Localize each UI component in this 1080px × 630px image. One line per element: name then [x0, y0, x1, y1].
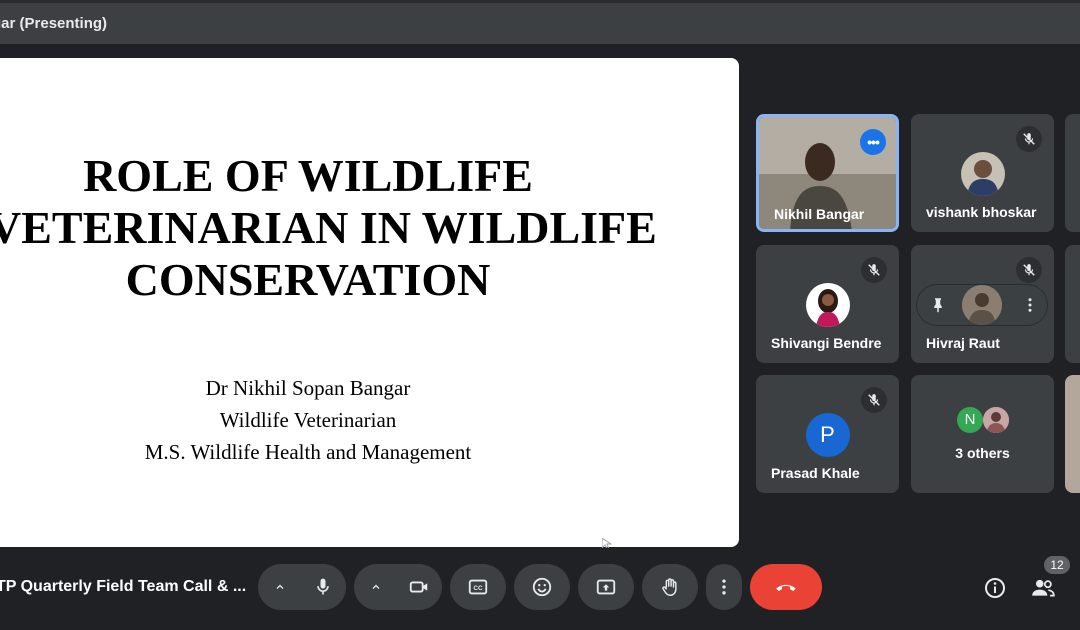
hang-up-icon [776, 584, 796, 592]
avatar [962, 285, 1002, 325]
more-options-button[interactable] [706, 564, 742, 610]
microphone-control[interactable] [258, 564, 346, 610]
participant-name: Hivraj Raut [926, 335, 1000, 351]
participant-tile-shivangi[interactable]: Shivangi Bendre [756, 245, 899, 363]
closed-captions-icon: CC [468, 579, 488, 595]
slide-subtitle: Dr Nikhil Sopan Bangar Wildlife Veterina… [0, 372, 628, 468]
slide-title: ROLE OF WILDLIFE VETERINARIAN IN WILDLIF… [0, 150, 657, 306]
bottom-control-bar: TP Quarterly Field Team Call & ... CC 12 [0, 548, 1080, 630]
presentation-slide: ROLE OF WILDLIFE VETERINARIAN IN WILDLIF… [0, 58, 739, 547]
participant-tile-partial[interactable] [1065, 245, 1080, 363]
avatar-initial: P [805, 413, 850, 457]
participant-name: Prasad Khale [771, 465, 860, 481]
avatar-initial: N [957, 407, 983, 433]
participant-count-badge: 12 [1044, 556, 1070, 574]
raise-hand-icon [662, 578, 677, 596]
slide-title-line: VETERINARIAN IN WILDLIFE [0, 202, 657, 253]
microphone-button[interactable] [300, 564, 346, 610]
participant-name: vishank bhoskar [926, 204, 1037, 220]
mic-off-icon [861, 387, 887, 413]
svg-text:CC: CC [473, 585, 483, 592]
participant-tile-hivraj[interactable]: Hivraj Raut [911, 245, 1054, 363]
camera-button[interactable] [396, 564, 442, 610]
leave-call-button[interactable] [750, 564, 822, 610]
chevron-up-icon[interactable] [274, 581, 286, 593]
slide-author: Dr Nikhil Sopan Bangar [205, 376, 411, 400]
more-options-icon[interactable]: ••• [860, 129, 886, 155]
video-camera-icon [409, 581, 428, 593]
emoji-reactions-button[interactable] [514, 564, 570, 610]
mic-off-icon [1016, 126, 1042, 152]
participant-tile-partial[interactable] [1065, 375, 1080, 493]
mic-off-icon [861, 257, 887, 283]
meeting-name: TP Quarterly Field Team Call & ... [0, 578, 247, 595]
tile-hover-controls [917, 285, 1047, 325]
mic-off-icon [1016, 257, 1042, 283]
participant-name: Shivangi Bendre [771, 335, 882, 351]
participant-name: Nikhil Bangar [774, 206, 865, 222]
participant-tile-prasad[interactable]: P Prasad Khale [756, 375, 899, 493]
pin-icon[interactable] [929, 296, 947, 314]
smiley-icon [532, 577, 552, 597]
participant-tile-partial[interactable] [1065, 114, 1080, 232]
participant-tile-vishank[interactable]: vishank bhoskar [911, 114, 1054, 232]
more-vert-icon [722, 579, 726, 595]
present-screen-icon [596, 579, 616, 595]
avatar [960, 152, 1005, 196]
slide-qualification: M.S. Wildlife Health and Management [144, 440, 472, 464]
microphone-icon [317, 578, 329, 595]
participant-tile-nikhil[interactable]: ••• Nikhil Bangar [756, 114, 899, 232]
people-icon[interactable] [1030, 575, 1056, 601]
slide-title-line: CONSERVATION [125, 254, 491, 305]
others-count-label: 3 others [955, 445, 1010, 461]
chevron-up-icon[interactable] [370, 581, 382, 593]
slide-role: Wildlife Veterinarian [219, 408, 397, 432]
meeting-info-icon[interactable] [983, 576, 1007, 600]
raise-hand-button[interactable] [642, 564, 698, 610]
avatar [805, 283, 850, 327]
more-vert-icon[interactable] [1021, 296, 1039, 314]
slide-title-line: ROLE OF WILDLIFE [83, 150, 533, 201]
present-screen-button[interactable] [578, 564, 634, 610]
presenting-title: gar (Presenting) [0, 15, 108, 32]
participant-tile-others[interactable]: N 3 others [911, 375, 1054, 493]
captions-button[interactable]: CC [450, 564, 506, 610]
camera-control[interactable] [354, 564, 442, 610]
top-bar: gar (Presenting) [0, 0, 1080, 44]
avatar [983, 407, 1009, 433]
